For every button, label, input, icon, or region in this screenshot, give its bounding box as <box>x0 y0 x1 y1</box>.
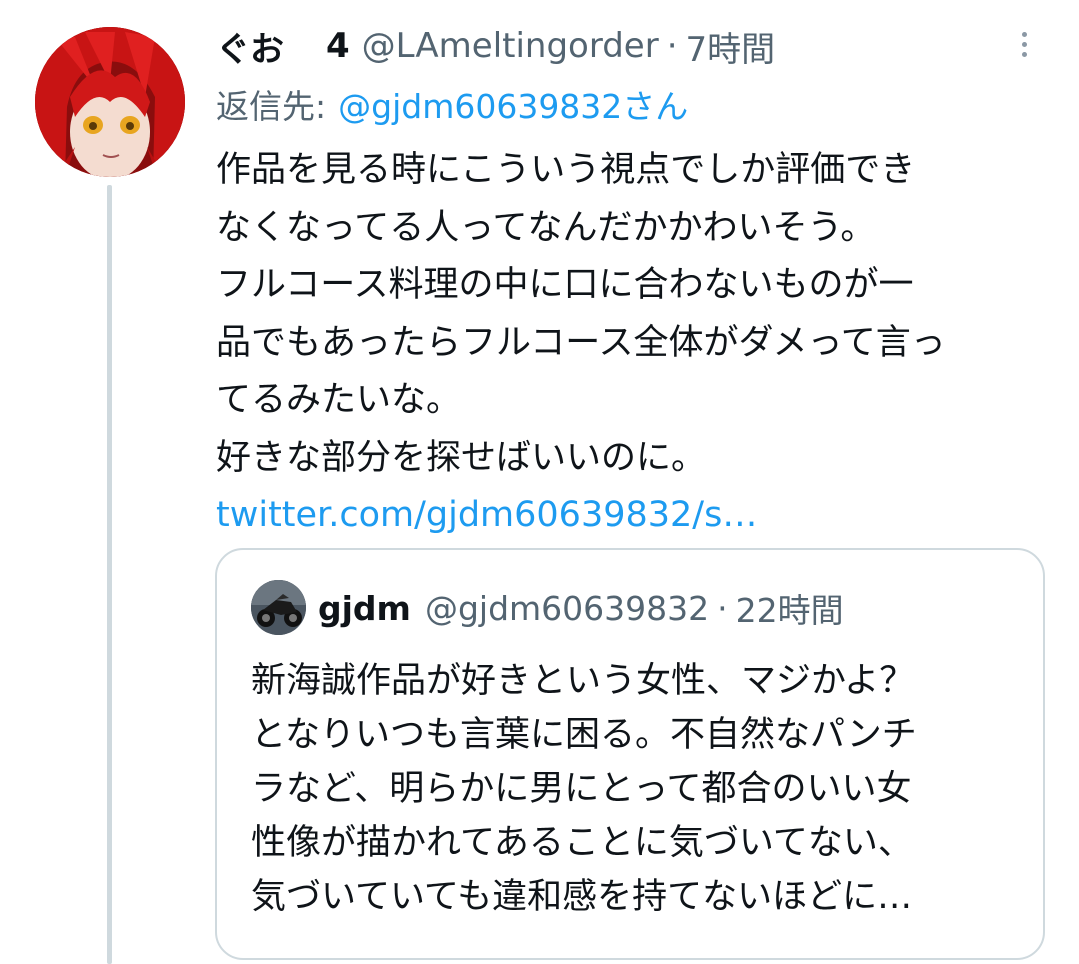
tweet-text-line: 品でもあったらフルコース全体がダメって言っ <box>216 322 946 363</box>
quoted-text-line: 気づいていても違和感を持てないほどに… <box>251 877 913 917</box>
tweet-text-line: 作品を見る時にこういう視点でしか評価でき <box>216 150 916 190</box>
quoted-tweet-card[interactable]: gjdm @gjdm60639832 · 22時間 新海誠作品が好きという女性、… <box>215 548 1045 960</box>
reply-to-label: 返信先: <box>216 87 327 126</box>
more-dot <box>1021 31 1027 37</box>
reply-to-mention[interactable]: @gjdm60639832さん <box>338 80 688 128</box>
quoted-author-handle[interactable]: @gjdm60639832 <box>425 589 709 628</box>
tweet-header: ぐお 4 @LAmeltingorder · 7時間 <box>216 22 775 70</box>
tweet-text-line: 好きな部分を探せばいいのに。 <box>216 437 707 478</box>
tweet-timestamp[interactable]: 7時間 <box>686 22 776 71</box>
quoted-text-line: ラなど、明らかに男にとって都合のいい女 <box>251 769 912 809</box>
quoted-tweet-timestamp[interactable]: 22時間 <box>736 584 844 632</box>
tweet-text-line: フルコース料理の中に口に合わないものが一 <box>216 265 914 305</box>
motorcycle-avatar-image <box>251 580 306 635</box>
more-dot <box>1021 41 1027 47</box>
header-separator: · <box>666 26 678 66</box>
reply-context: 返信先: @gjdm60639832さん <box>216 82 688 126</box>
quoted-tweet-text: 新海誠作品が好きという女性、マジかよ？ となりいつも言葉に困る。不自然なパンチ … <box>251 654 917 924</box>
quoted-text-line: 新海誠作品が好きという女性、マジかよ？ <box>251 661 915 701</box>
quoted-text-line: 性像が描かれてあることに気づいてない、 <box>251 823 913 863</box>
tweet-text: 作品を見る時にこういう視点でしか評価でき なくなってる人ってなんだかかわいそう。… <box>216 142 1066 545</box>
tweet-text-line: てるみたいな。 <box>216 380 462 420</box>
quoted-tweet-header: gjdm @gjdm60639832 · 22時間 <box>318 584 844 632</box>
author-display-name[interactable]: ぐお <box>216 22 284 71</box>
more-dot <box>1021 51 1027 57</box>
tweet-link[interactable]: twitter.com/gjdm60639832/s… <box>216 487 1066 545</box>
more-vertical-icon[interactable] <box>1004 24 1044 64</box>
author-display-suffix[interactable]: 4 <box>326 26 350 66</box>
tweet-text-line: なくなってる人ってなんだかかわいそう。 <box>216 207 876 248</box>
anime-avatar-image <box>35 27 185 177</box>
quoted-author-name[interactable]: gjdm <box>318 589 411 628</box>
quoted-header-separator: · <box>717 588 728 628</box>
author-handle[interactable]: @LAmeltingorder <box>362 26 659 66</box>
author-avatar[interactable] <box>35 27 185 177</box>
quoted-text-line: となりいつも言葉に困る。不自然なパンチ <box>251 715 917 755</box>
thread-connector-line <box>107 185 112 964</box>
quoted-author-avatar[interactable] <box>251 580 306 635</box>
